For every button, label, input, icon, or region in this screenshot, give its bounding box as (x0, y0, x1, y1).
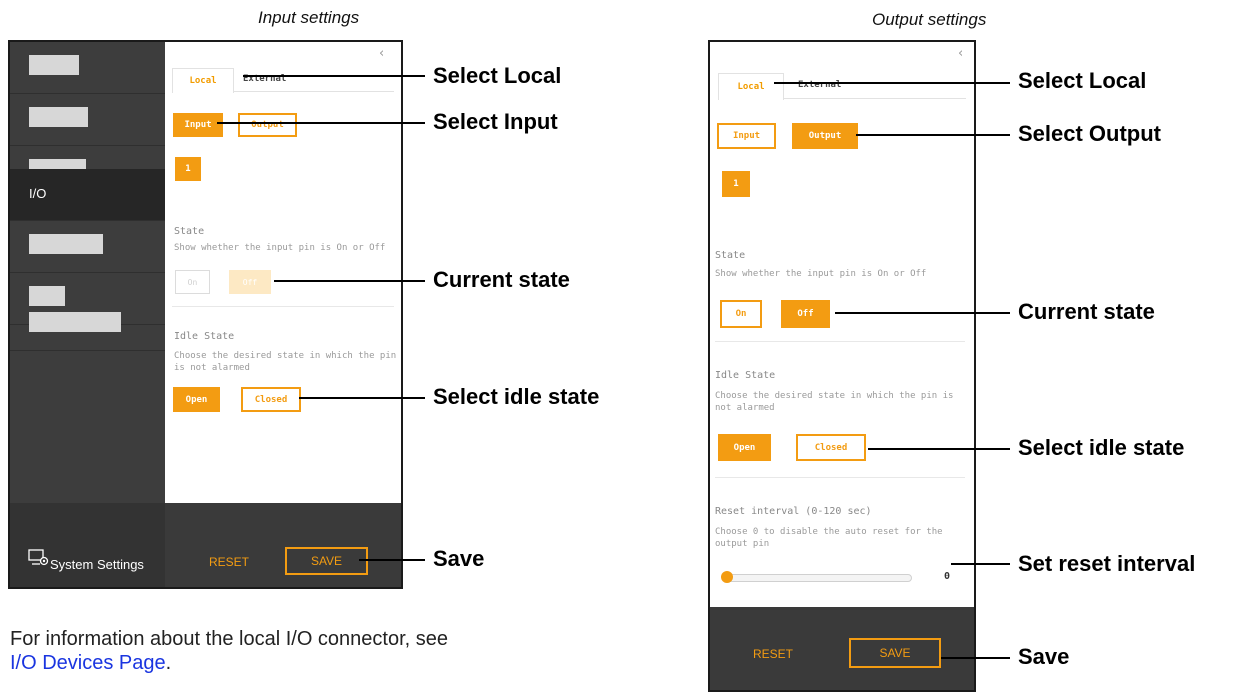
output-settings-caption: Output settings (872, 10, 987, 29)
callout-line (243, 75, 425, 77)
action-footer: RESET SAVE (710, 607, 974, 690)
collapse-chevron-icon[interactable]: ‹ (958, 46, 963, 61)
callout-line (359, 559, 425, 561)
callout-select-local: Select Local (1018, 68, 1147, 93)
info-text: For information about the local I/O conn… (10, 628, 449, 650)
reset-interval-slider[interactable] (725, 574, 912, 582)
idle-closed-button[interactable]: Closed (796, 434, 866, 461)
state-description: Show whether the input pin is On or Off (174, 243, 386, 253)
reset-interval-value: 0 (944, 571, 951, 582)
callout-select-idle-state: Select idle state (433, 384, 600, 409)
callout-line (951, 563, 1010, 565)
state-off-indicator: Off (781, 300, 830, 328)
callout-line (299, 397, 425, 399)
sidebar-item-7[interactable] (10, 299, 165, 351)
save-button[interactable]: SAVE (849, 638, 941, 668)
system-settings-label: System Settings (50, 557, 144, 572)
action-footer: RESET SAVE (165, 503, 401, 587)
section-divider (715, 477, 965, 478)
sidebar-item-1[interactable] (10, 42, 165, 94)
callout-select-idle-state: Select idle state (1018, 435, 1185, 460)
reset-interval-title: Reset interval (0-120 sec) (715, 506, 872, 517)
idle-state-description: Choose the desired state in which the pi… (174, 351, 397, 373)
callout-line (774, 82, 1010, 84)
reset-button[interactable]: RESET (209, 555, 249, 569)
io-content-output: ‹ Local External Input Output 1 State Sh… (710, 42, 974, 607)
reset-button[interactable]: RESET (753, 647, 793, 661)
callout-select-input: Select Input (433, 109, 558, 134)
callout-set-reset-interval: Set reset interval (1018, 551, 1196, 576)
output-settings-panel: ‹ Local External Input Output 1 State Sh… (708, 40, 976, 692)
pin-1-button[interactable]: 1 (722, 171, 750, 197)
section-divider (715, 341, 965, 342)
io-content: ‹ Local External Input Output 1 State Sh… (165, 42, 401, 503)
input-settings-caption: Input settings (258, 8, 360, 27)
callout-line (856, 134, 1010, 136)
info-suffix: . (165, 652, 172, 674)
callout-line (941, 657, 1010, 659)
callout-select-local: Select Local (433, 63, 562, 88)
collapse-chevron-icon[interactable]: ‹ (379, 46, 384, 61)
save-button[interactable]: SAVE (285, 547, 368, 575)
callout-line (835, 312, 1010, 314)
state-title: State (174, 226, 205, 237)
sidebar-item-io[interactable]: I/O (10, 169, 165, 221)
callout-line (868, 448, 1010, 450)
state-title: State (715, 250, 746, 261)
idle-state-description: Choose the desired state in which the pi… (715, 391, 954, 413)
callout-save: Save (433, 546, 485, 571)
direction-output-button[interactable]: Output (792, 123, 858, 149)
sidebar-item-label: I/O (29, 186, 47, 201)
idle-state-title: Idle State (715, 370, 776, 381)
state-on-indicator: On (175, 270, 210, 294)
state-description: Show whether the input pin is On or Off (715, 269, 927, 279)
state-on-indicator: On (720, 300, 762, 328)
direction-input-button[interactable]: Input (717, 123, 776, 149)
info-link-line: I/O Devices Page. (10, 652, 171, 675)
slider-handle[interactable] (721, 571, 733, 583)
system-settings-bar[interactable]: System Settings (10, 503, 165, 587)
callout-line (274, 280, 425, 282)
callout-line (217, 122, 425, 124)
idle-closed-button[interactable]: Closed (241, 387, 301, 412)
sidebar-item-2[interactable] (10, 94, 165, 146)
idle-state-title: Idle State (174, 331, 235, 342)
tab-local[interactable]: Local (718, 73, 784, 100)
callout-current-state: Current state (1018, 299, 1155, 324)
callout-save: Save (1018, 644, 1070, 669)
sidebar-item-5[interactable] (10, 221, 165, 273)
direction-output-button[interactable]: Output (238, 113, 297, 137)
pin-1-button[interactable]: 1 (175, 157, 201, 181)
system-settings-icon (28, 549, 49, 566)
state-off-indicator: Off (229, 270, 271, 294)
idle-open-button[interactable]: Open (173, 387, 220, 412)
tab-local[interactable]: Local (172, 68, 234, 93)
reset-interval-description: Choose 0 to disable the auto reset for t… (715, 527, 943, 549)
callout-current-state: Current state (433, 267, 570, 292)
section-divider (172, 306, 394, 307)
callout-select-output: Select Output (1018, 121, 1162, 146)
io-devices-link[interactable]: I/O Devices Page (10, 652, 166, 674)
idle-open-button[interactable]: Open (718, 434, 771, 461)
direction-input-button[interactable]: Input (173, 113, 223, 137)
sidebar: I/O (10, 42, 165, 503)
